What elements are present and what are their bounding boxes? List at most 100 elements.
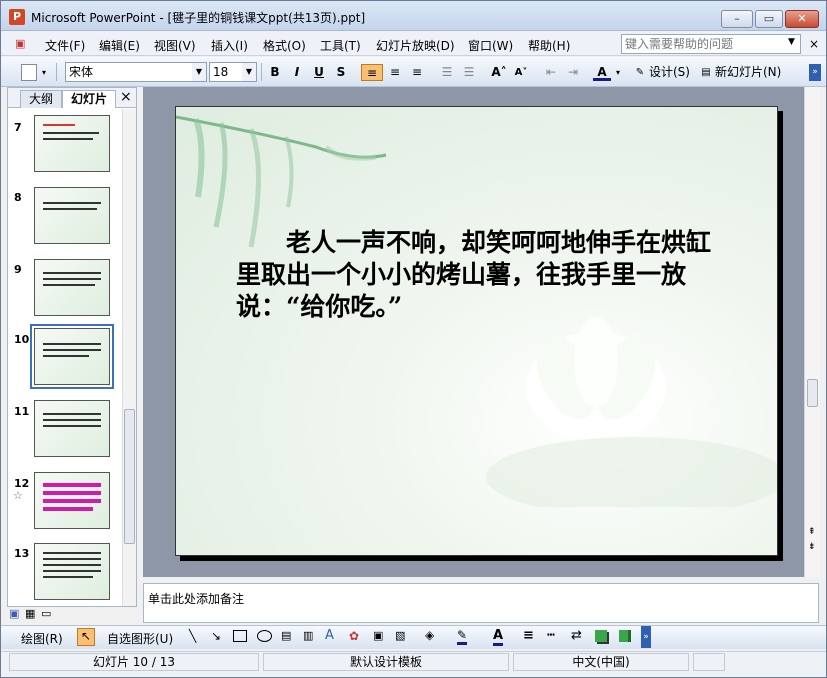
line-icon[interactable]: ╲ — [189, 629, 196, 643]
font-name-combo[interactable]: 宋体 ▼ — [65, 62, 207, 82]
font-dropdown-icon[interactable]: ▼ — [192, 63, 206, 81]
menu-help[interactable]: 帮助(H) — [528, 37, 570, 54]
slide-thumbnail-10[interactable] — [30, 324, 114, 389]
insert-picture-icon[interactable]: ▧ — [395, 629, 405, 642]
slide-thumbnail-13[interactable] — [34, 543, 110, 600]
slide-sorter-icon[interactable]: ▦ — [25, 607, 35, 620]
slide-scrollbar[interactable]: ⇞ ⇟ — [804, 87, 820, 577]
align-left-icon[interactable]: ≡ — [361, 64, 383, 81]
numbering-icon[interactable]: ☰ — [437, 64, 457, 81]
italic-icon[interactable]: I — [289, 64, 305, 81]
menu-insert[interactable]: 插入(I) — [211, 37, 248, 54]
slide-scroll-thumb[interactable] — [807, 379, 818, 407]
next-slide-icon[interactable]: ⇟ — [808, 542, 816, 552]
slideshow-view-icon[interactable]: ▭ — [41, 607, 51, 620]
slide-number: 9 — [14, 263, 22, 276]
autoshapes-menu-button[interactable]: 自选图形(U) — [107, 630, 173, 647]
oval-icon[interactable] — [257, 630, 272, 642]
size-dropdown-icon[interactable]: ▼ — [242, 63, 256, 81]
maximize-button[interactable]: ▭ — [755, 10, 783, 28]
document-icon[interactable]: ▣ — [15, 37, 25, 50]
fill-color-icon[interactable]: ◈ — [425, 628, 434, 642]
thumbnail-line — [43, 558, 101, 560]
slide-thumbnail-9[interactable] — [34, 259, 110, 316]
3d-style-icon[interactable] — [619, 630, 631, 642]
bold-icon[interactable]: B — [267, 64, 283, 81]
align-right-icon[interactable]: ≡ — [407, 64, 427, 81]
normal-view-icon[interactable]: ▣ — [9, 607, 19, 620]
tab-slides[interactable]: 幻灯片 — [62, 90, 116, 108]
slide-thumbnail-7[interactable] — [34, 115, 110, 172]
drawing-toolbar-overflow-icon[interactable]: » — [641, 626, 651, 648]
font-name-value: 宋体 — [69, 65, 94, 79]
menu-view[interactable]: 视图(V) — [154, 37, 196, 54]
design-button[interactable]: 设计(S) — [649, 64, 695, 81]
drawing-toolbar: 绘图(R) ↖ 自选图形(U) ╲ ↘ ▤ ▥ A ✿ ▣ ▧ ◈ ✎ A ≡ … — [1, 625, 826, 649]
bullets-icon[interactable]: ☰ — [459, 64, 479, 81]
shadow-icon[interactable]: S — [333, 64, 349, 81]
decrease-font-icon[interactable]: A˅ — [511, 64, 531, 81]
select-pointer-icon[interactable]: ↖ — [77, 628, 95, 646]
powerpoint-window: P Microsoft PowerPoint - [毽子里的铜钱课文ppt(共1… — [0, 0, 827, 678]
shadow-style-icon[interactable] — [595, 630, 607, 642]
draw-menu-button[interactable]: 绘图(R) — [21, 630, 63, 647]
status-extra — [693, 653, 725, 671]
current-slide[interactable]: 老人一声不响，却笑呵呵地伸手在烘缸里取出一个小小的烤山薯，往我手里一放说：“给你… — [175, 106, 778, 556]
font-color-dropdown-icon[interactable]: ▾ — [613, 64, 623, 81]
drawing-font-color-icon[interactable]: A — [493, 628, 504, 646]
textbox-icon[interactable]: ▤ — [281, 629, 291, 642]
menu-file[interactable]: 文件(F) — [45, 37, 85, 54]
thumbnail-scrollbar[interactable] — [122, 109, 136, 606]
close-document-icon[interactable]: × — [809, 37, 819, 51]
wordart-icon[interactable]: A — [325, 628, 334, 643]
arrow-icon[interactable]: ↘ — [211, 629, 221, 643]
menu-tools[interactable]: 工具(T) — [320, 37, 361, 54]
previous-slide-icon[interactable]: ⇞ — [808, 527, 816, 537]
new-slide-button[interactable]: 新幻灯片(N) — [715, 64, 787, 81]
menu-edit[interactable]: 编辑(E) — [99, 37, 140, 54]
menu-window[interactable]: 窗口(W) — [468, 37, 513, 54]
align-center-icon[interactable]: ≡ — [385, 64, 405, 81]
panel-close-icon[interactable]: × — [120, 89, 132, 105]
thumbnail-scroll-thumb[interactable] — [124, 409, 135, 544]
new-document-icon[interactable] — [21, 64, 37, 81]
font-color-icon[interactable]: A — [593, 64, 611, 81]
slide-thumbnail-12[interactable] — [34, 472, 110, 529]
underline-icon[interactable]: U — [311, 64, 327, 81]
thumbnail-line — [43, 425, 101, 427]
slide-thumbnail-8[interactable] — [34, 187, 110, 244]
increase-indent-icon[interactable]: ⇥ — [563, 64, 583, 81]
notes-pane[interactable]: 单击此处添加备注 — [143, 583, 819, 623]
thumbnail-line — [43, 564, 101, 566]
tab-outline[interactable]: 大纲 — [20, 90, 62, 108]
decrease-indent-icon[interactable]: ⇤ — [541, 64, 561, 81]
line-style-icon[interactable]: ≡ — [523, 628, 534, 643]
minimize-button[interactable]: – — [721, 10, 753, 28]
slide-number: 11 — [14, 405, 30, 418]
slide-thumbnail-11[interactable] — [34, 400, 110, 457]
vertical-textbox-icon[interactable]: ▥ — [303, 629, 313, 642]
line-color-icon[interactable]: ✎ — [457, 628, 468, 645]
toolbar-overflow-icon[interactable]: » — [809, 64, 821, 81]
font-size-combo[interactable]: 18 ▼ — [209, 62, 257, 82]
lotus-flower-decoration — [486, 317, 777, 507]
help-search-input[interactable]: 键入需要帮助的问题 — [621, 34, 801, 54]
arrow-style-icon[interactable]: ⇄ — [571, 628, 582, 643]
dash-style-icon[interactable]: ┅ — [547, 628, 555, 643]
thumbnail-line — [43, 499, 101, 503]
close-button[interactable]: ✕ — [785, 10, 819, 28]
slide-body-text[interactable]: 老人一声不响，却笑呵呵地伸手在烘缸里取出一个小小的烤山薯，往我手里一放说：“给你… — [236, 227, 726, 323]
status-bar: 幻灯片 10 / 13 默认设计模板 中文(中国) — [1, 651, 826, 677]
toolbar-options-icon[interactable]: ▾ — [39, 64, 49, 81]
toolbar-separator — [261, 63, 262, 81]
clipart-icon[interactable]: ▣ — [373, 629, 383, 642]
thumbnail-line — [43, 355, 89, 357]
diagram-icon[interactable]: ✿ — [349, 629, 359, 643]
help-dropdown-icon[interactable]: ▼ — [788, 37, 795, 47]
rectangle-icon[interactable] — [233, 630, 247, 642]
thumbnail-line — [43, 570, 101, 572]
menu-format[interactable]: 格式(O) — [263, 37, 306, 54]
menu-slideshow[interactable]: 幻灯片放映(D) — [376, 37, 455, 54]
slide-editing-area: 老人一声不响，却笑呵呵地伸手在烘缸里取出一个小小的烤山薯，往我手里一放说：“给你… — [143, 87, 819, 577]
increase-font-icon[interactable]: A˄ — [489, 64, 509, 81]
